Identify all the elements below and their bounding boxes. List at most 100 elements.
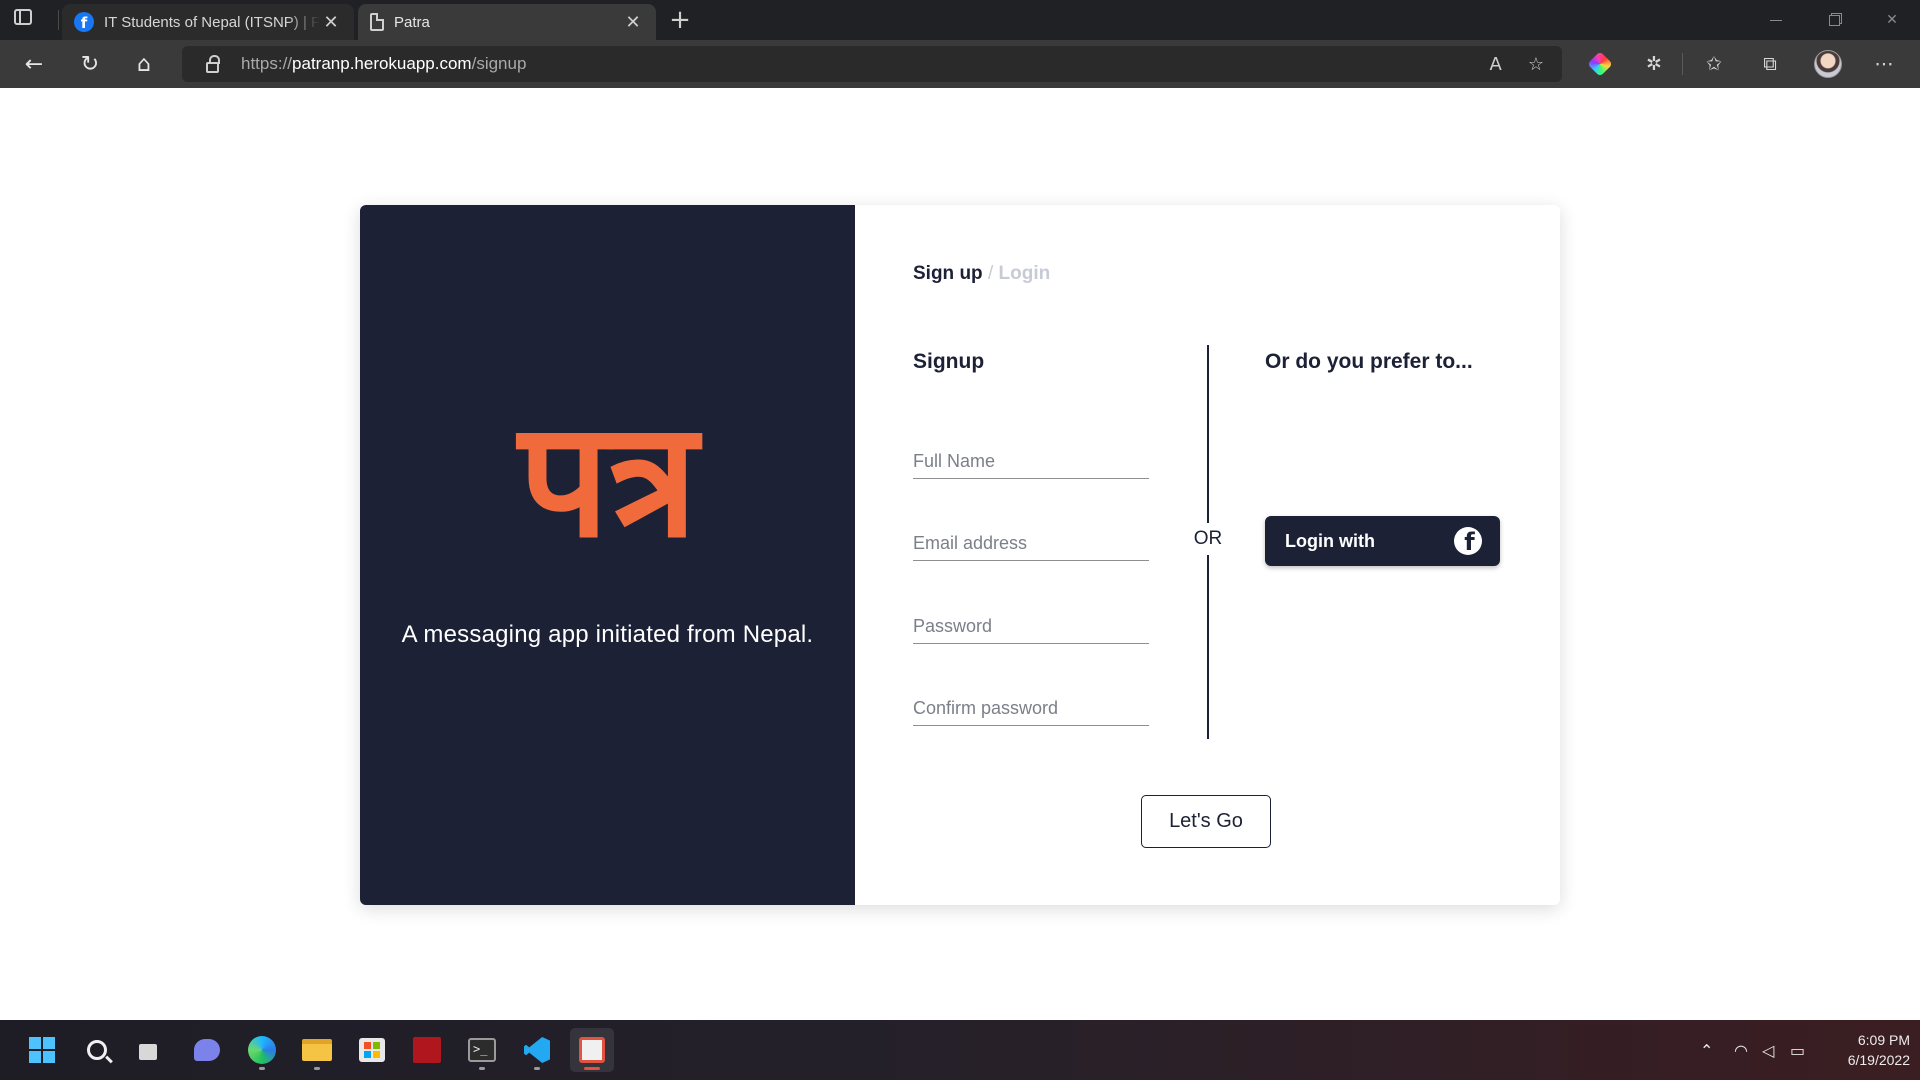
address-bar[interactable]: https://patranp.herokuapp.com/signup A ☆ — [182, 46, 1562, 82]
back-arrow-icon: ← — [24, 51, 44, 77]
logo-text: पत्र — [518, 386, 698, 573]
clock-time: 6:09 PM — [1857, 1032, 1910, 1048]
vscode-icon — [524, 1037, 550, 1063]
battery-button[interactable]: ▭ — [1790, 1020, 1805, 1080]
start-icon — [29, 1037, 55, 1063]
tab-patra[interactable]: Patra ✕ — [358, 4, 656, 40]
url-scheme: https:// — [241, 54, 293, 73]
tab-close-icon[interactable]: ✕ — [320, 11, 342, 33]
page-content: पत्र A messaging app initiated from Nepa… — [0, 88, 1920, 1020]
browser-toolbar: ← ↻ ⌂ https://patranp.herokuapp.com/sign… — [0, 40, 1920, 88]
volume-button[interactable]: ◁ — [1762, 1020, 1774, 1080]
patra-logo: पत्र — [478, 395, 738, 565]
snipping-tool-icon — [579, 1037, 605, 1063]
restore-button[interactable] — [1806, 0, 1862, 40]
terminal-icon: >_ — [468, 1038, 496, 1062]
file-explorer-button[interactable] — [295, 1028, 339, 1072]
tagline: A messaging app initiated from Nepal. — [401, 621, 814, 648]
new-tab-button[interactable]: + — [664, 5, 696, 35]
alt-login-heading: Or do you prefer to... — [1265, 350, 1473, 373]
breadcrumb-separator: / — [987, 263, 994, 284]
home-icon: ⌂ — [137, 51, 151, 77]
system-clock[interactable]: 6:09 PM 6/19/2022 — [1822, 1030, 1910, 1070]
facebook-login-label: Login with — [1285, 530, 1375, 551]
store-icon — [359, 1038, 385, 1062]
minimize-icon — [1770, 19, 1782, 21]
reload-icon: ↻ — [80, 51, 100, 77]
confirm-password-input[interactable] — [913, 692, 1149, 724]
wifi-button[interactable]: ◠ — [1734, 1020, 1748, 1080]
terminal-button[interactable]: >_ — [460, 1028, 504, 1072]
signup-link[interactable]: Sign up — [913, 263, 983, 284]
facebook-favicon-icon: f — [74, 12, 94, 32]
vscode-button[interactable] — [515, 1028, 559, 1072]
chat-button[interactable] — [185, 1028, 229, 1072]
back-button[interactable]: ← — [16, 48, 52, 80]
toolbar-separator — [1682, 53, 1683, 75]
form-panel: Sign up / Login Signup OR Or do you pref… — [855, 205, 1560, 905]
tab-title: Patra — [394, 13, 430, 31]
collections-icon: ⧉ — [1763, 53, 1777, 75]
search-button[interactable] — [75, 1028, 119, 1072]
divider-line-bottom — [1207, 555, 1209, 739]
divider-line-top — [1207, 345, 1209, 523]
favorites-button[interactable]: ✩ — [1696, 48, 1732, 80]
tab-itsnp[interactable]: f IT Students of Nepal (ITSNP) | Faceboo… — [62, 4, 354, 40]
tab-actions-button[interactable] — [14, 9, 36, 31]
confirm-password-field — [913, 692, 1149, 726]
lets-go-button[interactable]: Let's Go — [1141, 795, 1271, 848]
reload-button[interactable]: ↻ — [72, 48, 108, 80]
profile-button[interactable] — [1810, 48, 1846, 80]
full-name-input[interactable] — [913, 445, 1149, 477]
home-button[interactable]: ⌂ — [126, 48, 162, 80]
tab-divider — [58, 10, 59, 30]
show-hidden-icons-button[interactable]: ⌃ — [1700, 1020, 1713, 1080]
read-aloud-icon[interactable]: A — [1490, 54, 1502, 75]
page-favicon-icon — [370, 13, 384, 31]
add-favorite-icon[interactable]: ☆ — [1528, 54, 1544, 75]
url-host: patranp.herokuapp.com — [292, 54, 472, 73]
lock-icon[interactable] — [206, 54, 220, 73]
file-explorer-icon — [302, 1039, 332, 1061]
chevron-up-icon: ⌃ — [1700, 1040, 1714, 1060]
full-name-field — [913, 445, 1149, 479]
tab-title: IT Students of Nepal (ITSNP) | Facebook — [104, 13, 320, 31]
facebook-login-button[interactable]: Login with f — [1265, 516, 1500, 566]
extensions-button[interactable]: ✲ — [1636, 48, 1672, 80]
more-icon: ⋯ — [1874, 53, 1894, 75]
browser-tab-bar: f IT Students of Nepal (ITSNP) | Faceboo… — [0, 0, 1920, 40]
restore-icon — [1828, 14, 1840, 26]
running-indicator — [584, 1067, 600, 1070]
running-indicator — [259, 1067, 265, 1070]
email-field — [913, 527, 1149, 561]
more-button[interactable]: ⋯ — [1866, 48, 1902, 80]
password-field — [913, 610, 1149, 644]
color-extension-button[interactable] — [1582, 48, 1618, 80]
running-indicator — [479, 1067, 485, 1070]
store-button[interactable] — [350, 1028, 394, 1072]
snipping-tool-button[interactable] — [570, 1028, 614, 1072]
collections-button[interactable]: ⧉ — [1752, 48, 1788, 80]
running-indicator — [534, 1067, 540, 1070]
or-label: OR — [1193, 528, 1223, 549]
login-link[interactable]: Login — [999, 263, 1051, 284]
password-input[interactable] — [913, 610, 1149, 642]
task-view-icon — [139, 1039, 165, 1061]
facebook-icon: f — [1454, 527, 1482, 555]
task-view-button[interactable] — [130, 1028, 174, 1072]
volume-icon: ◁ — [1762, 1040, 1775, 1060]
color-extension-icon — [1587, 51, 1613, 77]
running-indicator — [314, 1067, 320, 1070]
email-input[interactable] — [913, 527, 1149, 559]
start-button[interactable] — [20, 1028, 64, 1072]
puzzle-icon: ✲ — [1646, 53, 1662, 75]
tab-close-icon[interactable]: ✕ — [622, 11, 644, 33]
edge-button[interactable] — [240, 1028, 284, 1072]
signup-heading: Signup — [913, 350, 985, 373]
search-icon — [87, 1040, 107, 1060]
close-icon: ✕ — [1886, 12, 1898, 28]
red-app-button[interactable] — [405, 1028, 449, 1072]
battery-icon: ▭ — [1790, 1040, 1806, 1060]
minimize-button[interactable] — [1748, 0, 1804, 40]
close-window-button[interactable]: ✕ — [1864, 0, 1920, 40]
